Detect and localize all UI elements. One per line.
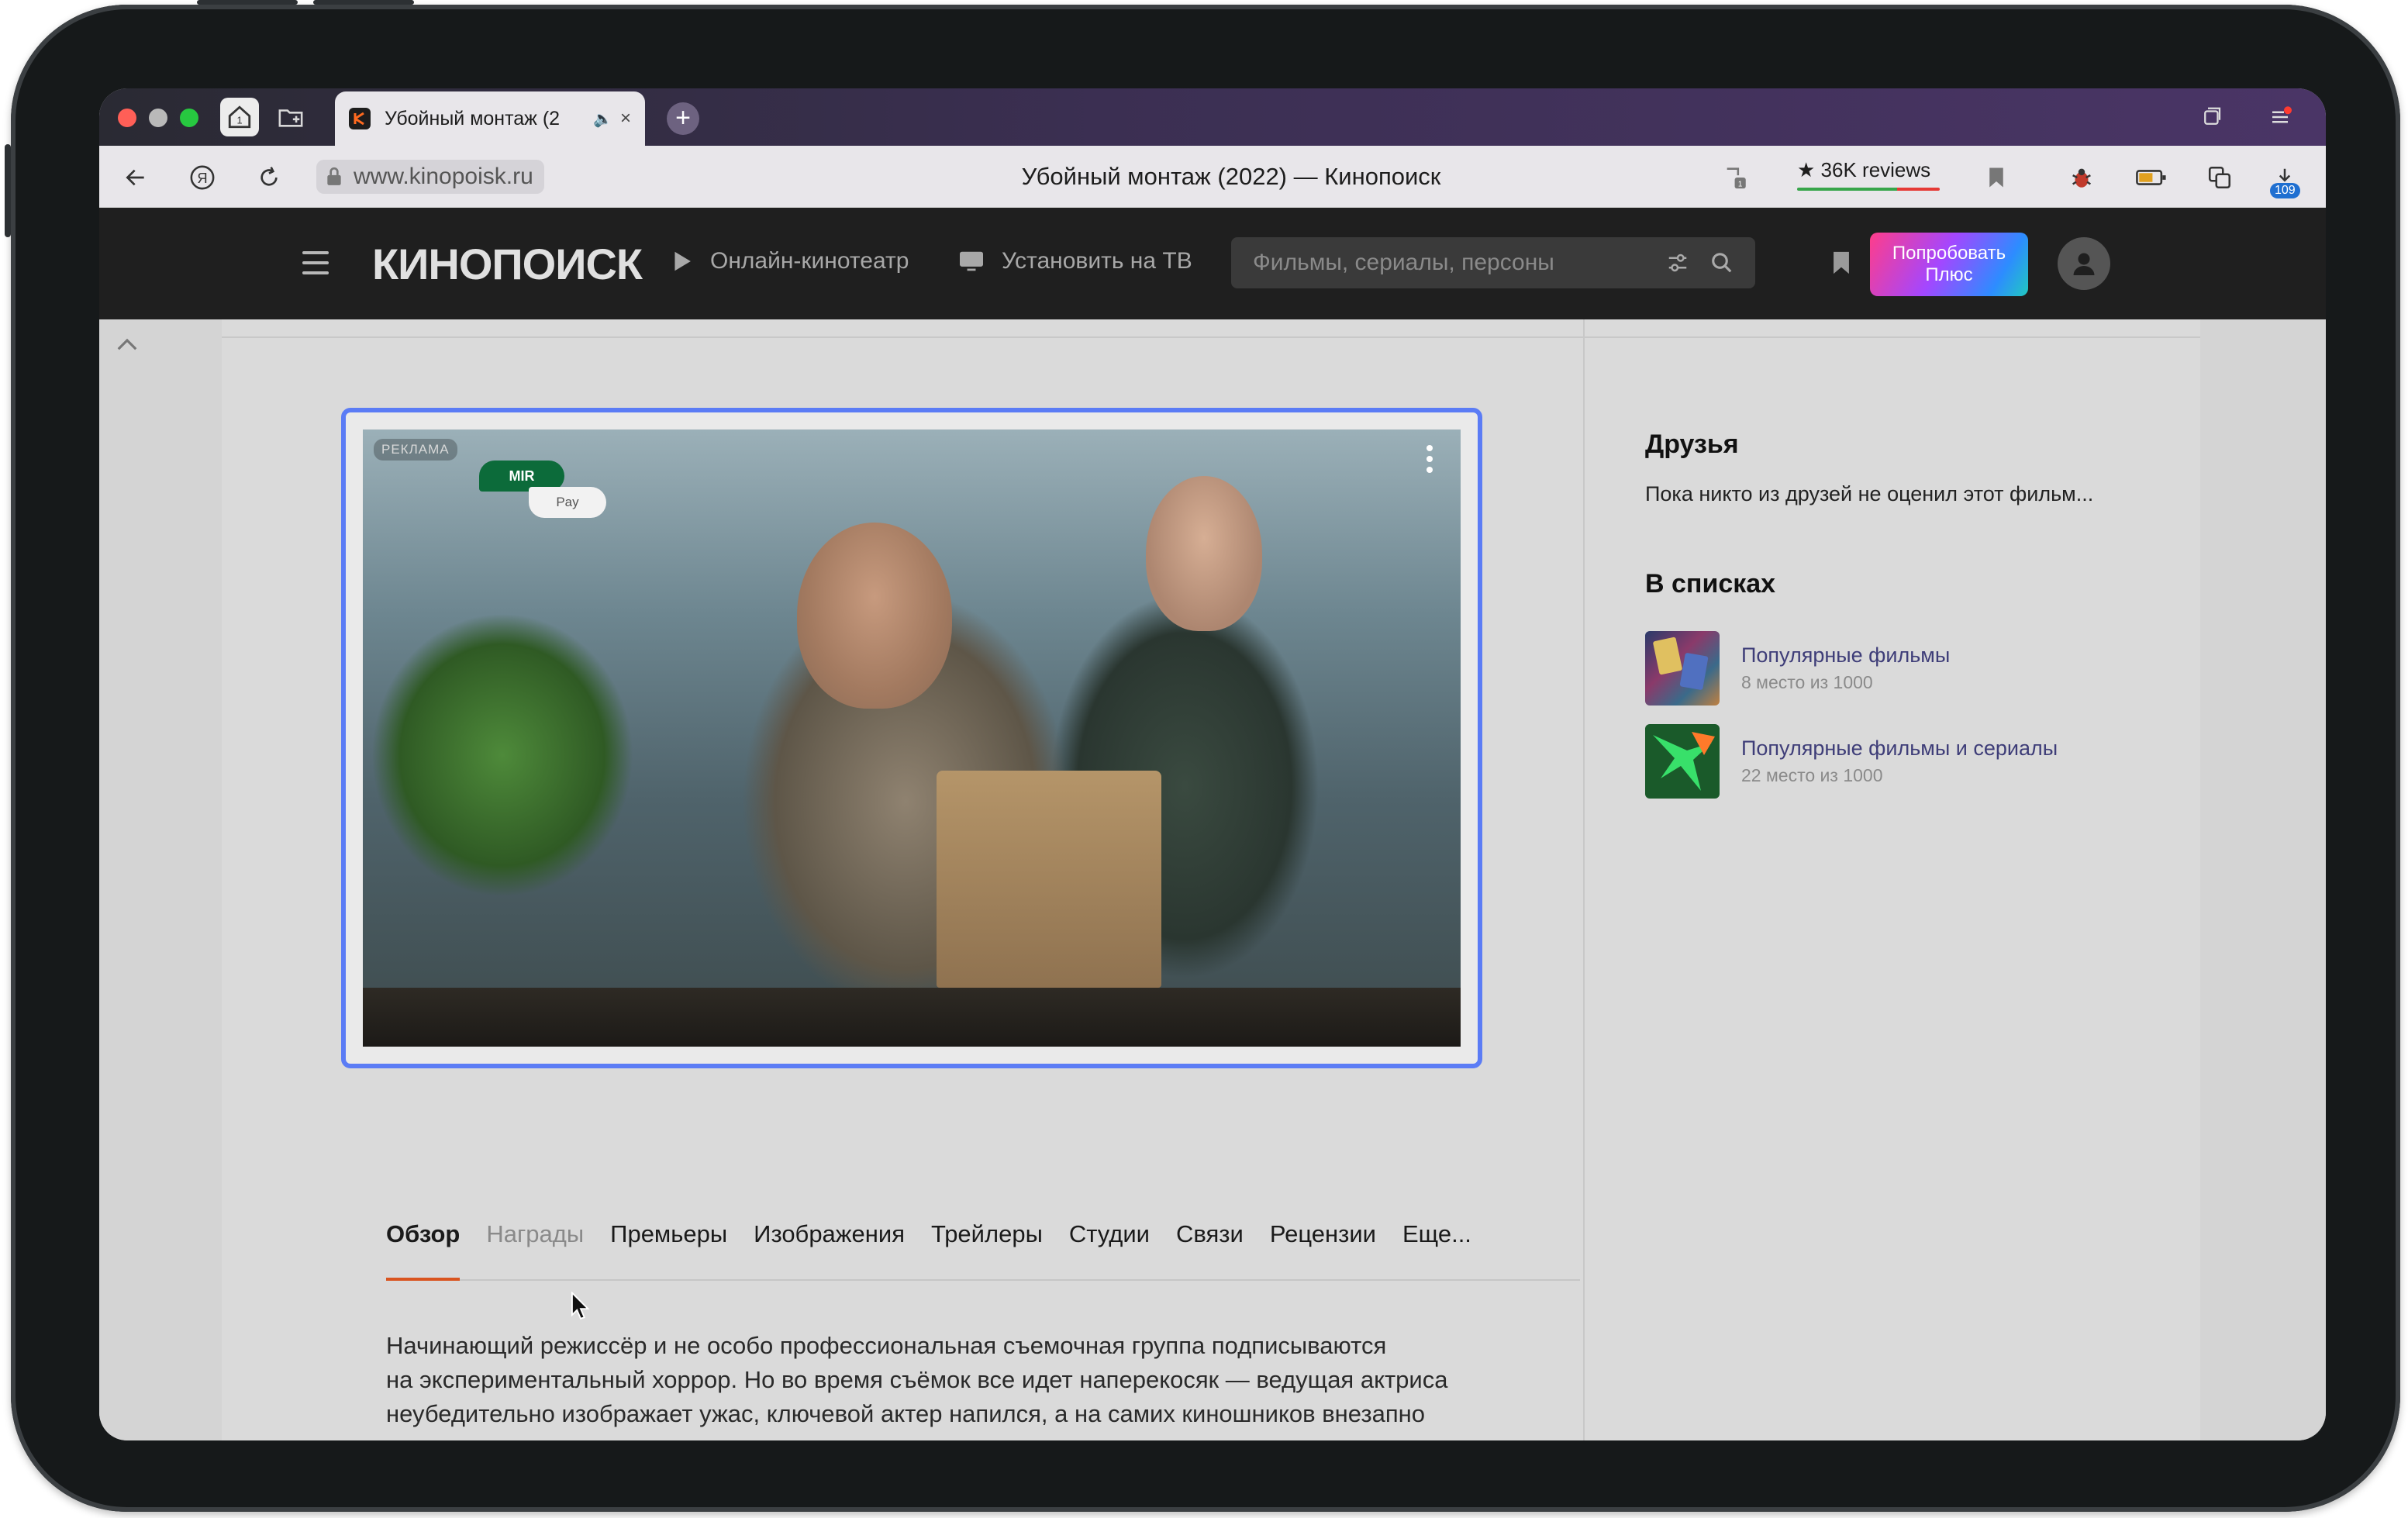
protect-icon[interactable]: 1 bbox=[1720, 161, 1752, 194]
audio-icon[interactable]: 🔈 bbox=[593, 109, 612, 129]
install-tv-link[interactable]: Установить на ТВ bbox=[958, 248, 1192, 274]
svg-text:1: 1 bbox=[1738, 180, 1743, 188]
tab-premieres[interactable]: Премьеры bbox=[610, 1214, 727, 1279]
user-avatar-icon[interactable] bbox=[2058, 237, 2110, 290]
play-icon bbox=[674, 251, 691, 271]
search-input[interactable] bbox=[1253, 250, 1665, 276]
tab-reviews[interactable]: Рецензии bbox=[1270, 1214, 1376, 1279]
close-window-button[interactable] bbox=[118, 109, 136, 127]
tab-images[interactable]: Изображения bbox=[754, 1214, 905, 1279]
browser-tab-bar: 1 Убойный монтаж (2 🔈 × + bbox=[99, 88, 2326, 146]
svg-text:1: 1 bbox=[236, 115, 242, 126]
video-foreground bbox=[363, 988, 1461, 1047]
movie-description: Начинающий режиссёр и не особо профессио… bbox=[386, 1329, 1549, 1440]
top-button bbox=[197, 0, 298, 5]
divider bbox=[222, 336, 2200, 338]
screen: 1 Убойный монтаж (2 🔈 × + Я www.kinopois… bbox=[99, 88, 2326, 1440]
tab-overview[interactable]: Обзор bbox=[386, 1214, 461, 1281]
bookmark-icon[interactable] bbox=[1831, 250, 1851, 276]
install-tv-label: Установить на ТВ bbox=[1002, 248, 1192, 274]
ad-video-frame[interactable]: РЕКЛАМА MIR Pay bbox=[341, 408, 1482, 1068]
lists-heading: В списках bbox=[1645, 569, 1776, 599]
tab-trailers[interactable]: Трейлеры bbox=[931, 1214, 1043, 1279]
tablet-frame: 1 Убойный монтаж (2 🔈 × + Я www.kinopois… bbox=[5, 0, 2400, 1512]
bug-extension-icon[interactable] bbox=[2065, 161, 2098, 194]
svg-text:Я: Я bbox=[197, 170, 207, 186]
pay-logo: Pay bbox=[529, 487, 606, 518]
browser-address-bar: Я www.kinopoisk.ru Убойный монтаж (2022)… bbox=[99, 146, 2326, 208]
kinopoisk-favicon bbox=[349, 108, 371, 129]
tab-awards[interactable]: Награды bbox=[486, 1214, 584, 1279]
reviews-button[interactable]: ★ 36K reviews bbox=[1797, 158, 1930, 182]
description-line: неубедительно изображает ужас, ключевой … bbox=[386, 1400, 1425, 1427]
video-person bbox=[797, 523, 952, 709]
downloads-badge: 109 bbox=[2270, 183, 2300, 198]
ad-video[interactable]: РЕКЛАМА MIR Pay bbox=[363, 430, 1461, 1047]
tab-title: Убойный монтаж (2 bbox=[385, 107, 561, 129]
page-title: Убойный монтаж (2022) — Кинопоиск bbox=[1021, 163, 1441, 190]
plus-button-line1: Попробовать bbox=[1892, 243, 2006, 264]
tab-manager-icon[interactable] bbox=[2192, 98, 2231, 136]
search-box bbox=[1231, 237, 1755, 288]
minimize-window-button[interactable] bbox=[149, 109, 167, 127]
list-thumbnail bbox=[1645, 724, 1720, 799]
reviews-label: 36K reviews bbox=[1820, 158, 1931, 181]
list-rank: 22 место из 1000 bbox=[1741, 765, 1883, 785]
top-button bbox=[313, 0, 414, 5]
kinopoisk-logo[interactable]: КИНОПОИСК bbox=[372, 239, 643, 289]
yandex-icon[interactable]: Я bbox=[186, 161, 219, 194]
tv-icon bbox=[960, 251, 983, 271]
video-person bbox=[1146, 476, 1262, 631]
online-cinema-link[interactable]: Онлайн-кинотеатр bbox=[671, 248, 909, 274]
description-line: на экспериментальный хоррор. Но во время… bbox=[386, 1366, 1448, 1393]
menu-icon[interactable] bbox=[2261, 98, 2299, 136]
url-field[interactable]: www.kinopoisk.ru bbox=[316, 160, 544, 194]
tab-more[interactable]: Еще... bbox=[1402, 1214, 1471, 1279]
back-arrow-icon[interactable] bbox=[119, 161, 152, 194]
bookmark-icon[interactable] bbox=[1980, 161, 2013, 194]
new-tab-button[interactable]: + bbox=[667, 102, 699, 135]
tab-studios[interactable]: Студии bbox=[1069, 1214, 1150, 1279]
hamburger-menu-icon[interactable] bbox=[302, 251, 329, 274]
translate-icon[interactable] bbox=[2203, 161, 2236, 194]
mouse-cursor-icon bbox=[571, 1292, 590, 1320]
list-rank: 8 место из 1000 bbox=[1741, 672, 1873, 692]
plus-button-line2: Плюс bbox=[1925, 264, 1973, 285]
movie-tabs: Обзор Награды Премьеры Изображения Трейл… bbox=[386, 1214, 1580, 1281]
more-options-icon[interactable] bbox=[1427, 445, 1434, 478]
friends-text: Пока никто из друзей не оценил этот филь… bbox=[1645, 482, 2094, 505]
ad-label: РЕКЛАМА bbox=[374, 439, 457, 461]
list-item-popular-movies-series[interactable]: Популярные фильмы и сериалы 22 место из … bbox=[1645, 723, 2058, 800]
side-button bbox=[5, 144, 11, 237]
list-title: Популярные фильмы bbox=[1741, 643, 1951, 667]
description-line: Начинающий режиссёр и не особо профессио… bbox=[386, 1332, 1387, 1359]
description-line: нападают настоящие живые мертвецы. bbox=[386, 1431, 1549, 1440]
list-title: Популярные фильмы и сериалы bbox=[1741, 737, 2058, 760]
lock-icon bbox=[327, 167, 341, 185]
list-item-popular-movies[interactable]: Популярные фильмы 8 место из 1000 bbox=[1645, 630, 1950, 707]
try-plus-button[interactable]: Попробовать Плюс bbox=[1870, 233, 2028, 296]
battery-icon[interactable] bbox=[2135, 161, 2168, 194]
home-tab-icon[interactable]: 1 bbox=[220, 98, 259, 136]
browser-tab-active[interactable]: Убойный монтаж (2 🔈 × bbox=[335, 91, 645, 146]
video-paper-bag bbox=[937, 771, 1161, 988]
friends-heading: Друзья bbox=[1645, 430, 1739, 459]
rating-bar bbox=[1797, 188, 1940, 191]
new-folder-icon[interactable] bbox=[271, 98, 310, 136]
close-tab-icon[interactable]: × bbox=[620, 108, 631, 129]
site-header: КИНОПОИСК Онлайн-кинотеатр Установить на… bbox=[99, 208, 2326, 319]
list-thumbnail bbox=[1645, 631, 1720, 706]
url-text: www.kinopoisk.ru bbox=[354, 164, 533, 189]
collapse-chevron-up-icon[interactable] bbox=[99, 319, 155, 369]
zoom-window-button[interactable] bbox=[180, 109, 198, 127]
reload-icon[interactable] bbox=[253, 161, 285, 194]
filter-icon[interactable] bbox=[1665, 251, 1690, 274]
search-icon[interactable] bbox=[1710, 251, 1734, 274]
tab-connections[interactable]: Связи bbox=[1176, 1214, 1244, 1279]
online-cinema-label: Онлайн-кинотеатр bbox=[710, 248, 909, 274]
